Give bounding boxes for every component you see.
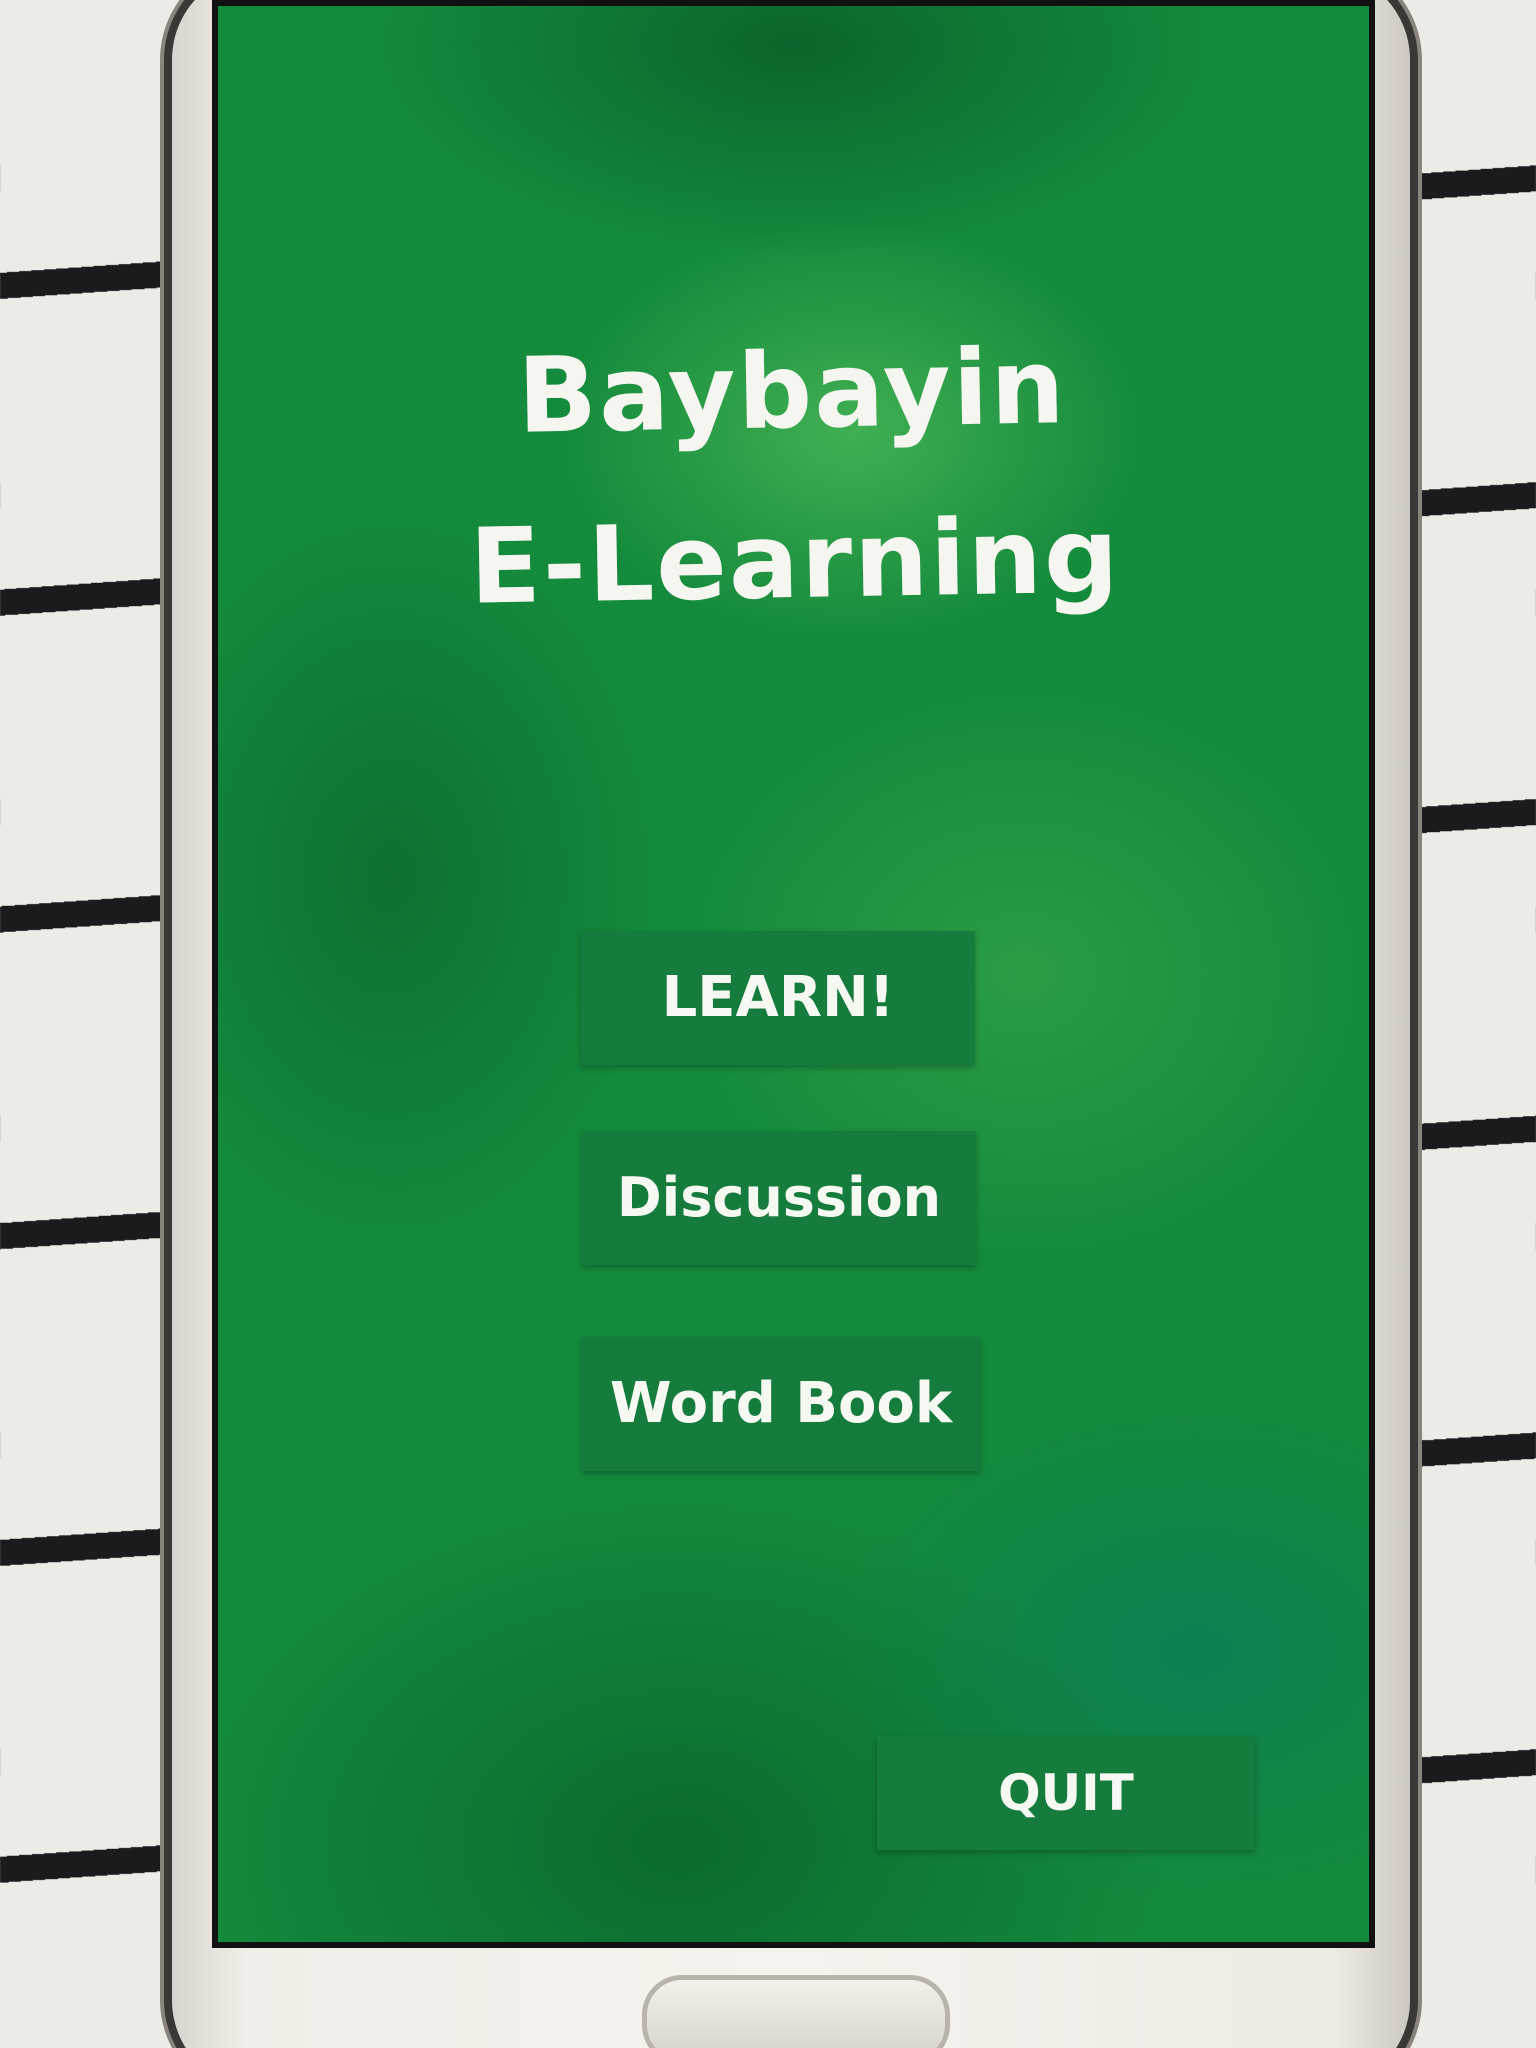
home-button[interactable]: [642, 1975, 950, 2048]
discussion-button[interactable]: Discussion: [582, 1131, 976, 1265]
app-title-line2: E-Learning: [468, 494, 1122, 628]
app-title-line1: Baybayin: [516, 325, 1068, 457]
phone-device: Baybayin E-Learning LEARN! Discussion Wo…: [172, 0, 1410, 2048]
quit-button[interactable]: QUIT: [877, 1736, 1255, 1850]
app-screen: Baybayin E-Learning LEARN! Discussion Wo…: [212, 0, 1375, 1948]
learn-button[interactable]: LEARN!: [581, 931, 975, 1065]
app-title: Baybayin E-Learning: [218, 296, 1369, 656]
word-book-button[interactable]: Word Book: [582, 1337, 980, 1471]
